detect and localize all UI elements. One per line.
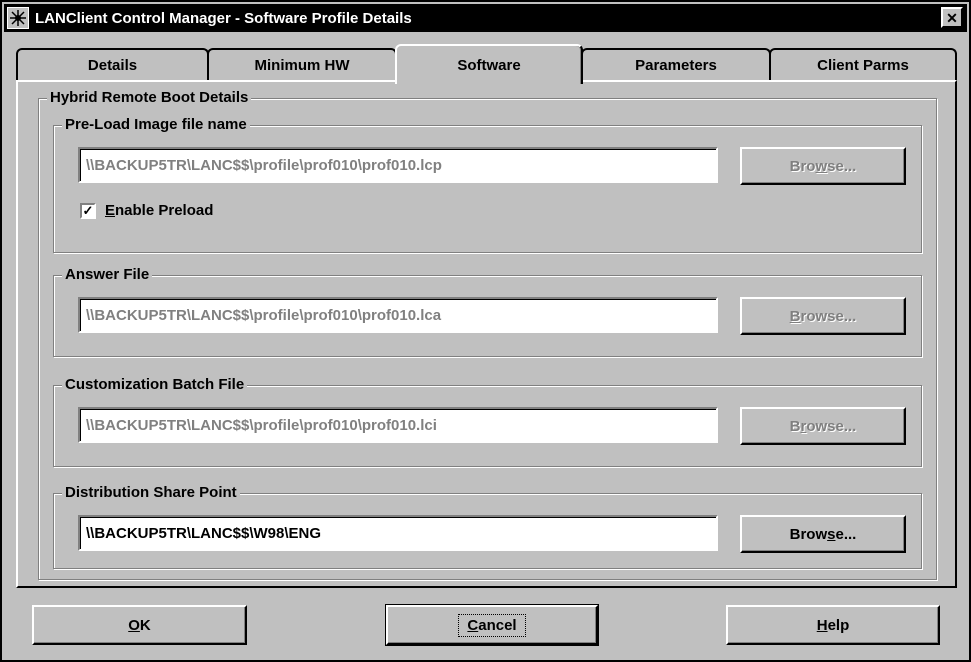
preload-image-group: Pre-Load Image file name \\BACKUP5TR\LAN…: [53, 115, 922, 253]
field-value: \\BACKUP5TR\LANC$$\profile\prof010\prof0…: [86, 156, 442, 174]
button-label: Help: [816, 616, 850, 634]
help-button[interactable]: Help: [726, 605, 940, 645]
checkmark-icon: ✓: [82, 203, 94, 218]
field-value: \\BACKUP5TR\LANC$$\profile\prof010\prof0…: [86, 306, 442, 324]
tab-details[interactable]: Details: [16, 48, 209, 80]
tab-label: Details: [87, 56, 138, 74]
customization-batch-group: Customization Batch File \\BACKUP5TR\LAN…: [53, 375, 922, 467]
tab-client-parms[interactable]: Client Parms: [769, 48, 957, 80]
button-label: Browse...: [789, 417, 857, 435]
app-icon[interactable]: [7, 7, 29, 29]
close-button[interactable]: ✕: [941, 7, 963, 28]
tab-label: Parameters: [635, 56, 717, 74]
button-label: OK: [128, 616, 151, 634]
button-label: Cancel: [458, 613, 526, 637]
enable-preload-label: Enable Preload: [105, 202, 214, 219]
group-title: Customization Batch File: [62, 375, 248, 395]
close-icon: ✕: [946, 9, 958, 26]
field-value: \\BACKUP5TR\LANC$$\W98\ENG: [86, 524, 322, 542]
distribution-share-field[interactable]: \\BACKUP5TR\LANC$$\W98\ENG: [78, 515, 718, 551]
ok-button[interactable]: OK: [32, 605, 247, 645]
dialog-window: LANClient Control Manager - Software Pro…: [0, 0, 971, 662]
preload-image-field[interactable]: \\BACKUP5TR\LANC$$\profile\prof010\prof0…: [78, 147, 718, 183]
tab-software[interactable]: Software: [395, 44, 583, 84]
tab-label: Minimum HW: [254, 56, 350, 74]
software-tab-panel: Hybrid Remote Boot Details Pre-Load Imag…: [16, 80, 957, 588]
batch-browse-button[interactable]: Browse...: [740, 407, 906, 445]
answer-file-field[interactable]: \\BACKUP5TR\LANC$$\profile\prof010\prof0…: [78, 297, 718, 333]
button-label: Browse...: [789, 525, 857, 543]
tab-parameters[interactable]: Parameters: [581, 48, 771, 80]
field-value: \\BACKUP5TR\LANC$$\profile\prof010\prof0…: [86, 416, 437, 434]
answer-file-group: Answer File \\BACKUP5TR\LANC$$\profile\p…: [53, 265, 922, 357]
button-label: Browse...: [789, 307, 857, 325]
enable-preload-checkbox[interactable]: ✓: [80, 202, 96, 219]
group-title: Distribution Share Point: [62, 483, 240, 503]
preload-browse-button[interactable]: Browse...: [740, 147, 906, 185]
button-label: Browse...: [789, 157, 857, 175]
group-title: Answer File: [62, 265, 153, 285]
tab-label: Client Parms: [817, 56, 909, 74]
group-title: Hybrid Remote Boot Details: [47, 88, 252, 108]
window-title: LANClient Control Manager - Software Pro…: [35, 9, 412, 27]
distribution-share-group: Distribution Share Point \\BACKUP5TR\LAN…: [53, 483, 922, 569]
batch-file-field[interactable]: \\BACKUP5TR\LANC$$\profile\prof010\prof0…: [78, 407, 718, 443]
title-bar[interactable]: LANClient Control Manager - Software Pro…: [4, 4, 967, 32]
enable-preload-checkbox-row[interactable]: ✓ Enable Preload: [80, 202, 213, 219]
group-title: Pre-Load Image file name: [62, 115, 250, 135]
answer-browse-button[interactable]: Browse...: [740, 297, 906, 335]
hybrid-remote-boot-group: Hybrid Remote Boot Details Pre-Load Imag…: [38, 88, 937, 580]
tab-label: Software: [457, 56, 521, 74]
share-browse-button[interactable]: Browse...: [740, 515, 906, 553]
cancel-button[interactable]: Cancel: [385, 604, 599, 646]
tab-minimum-hw[interactable]: Minimum HW: [207, 48, 397, 80]
